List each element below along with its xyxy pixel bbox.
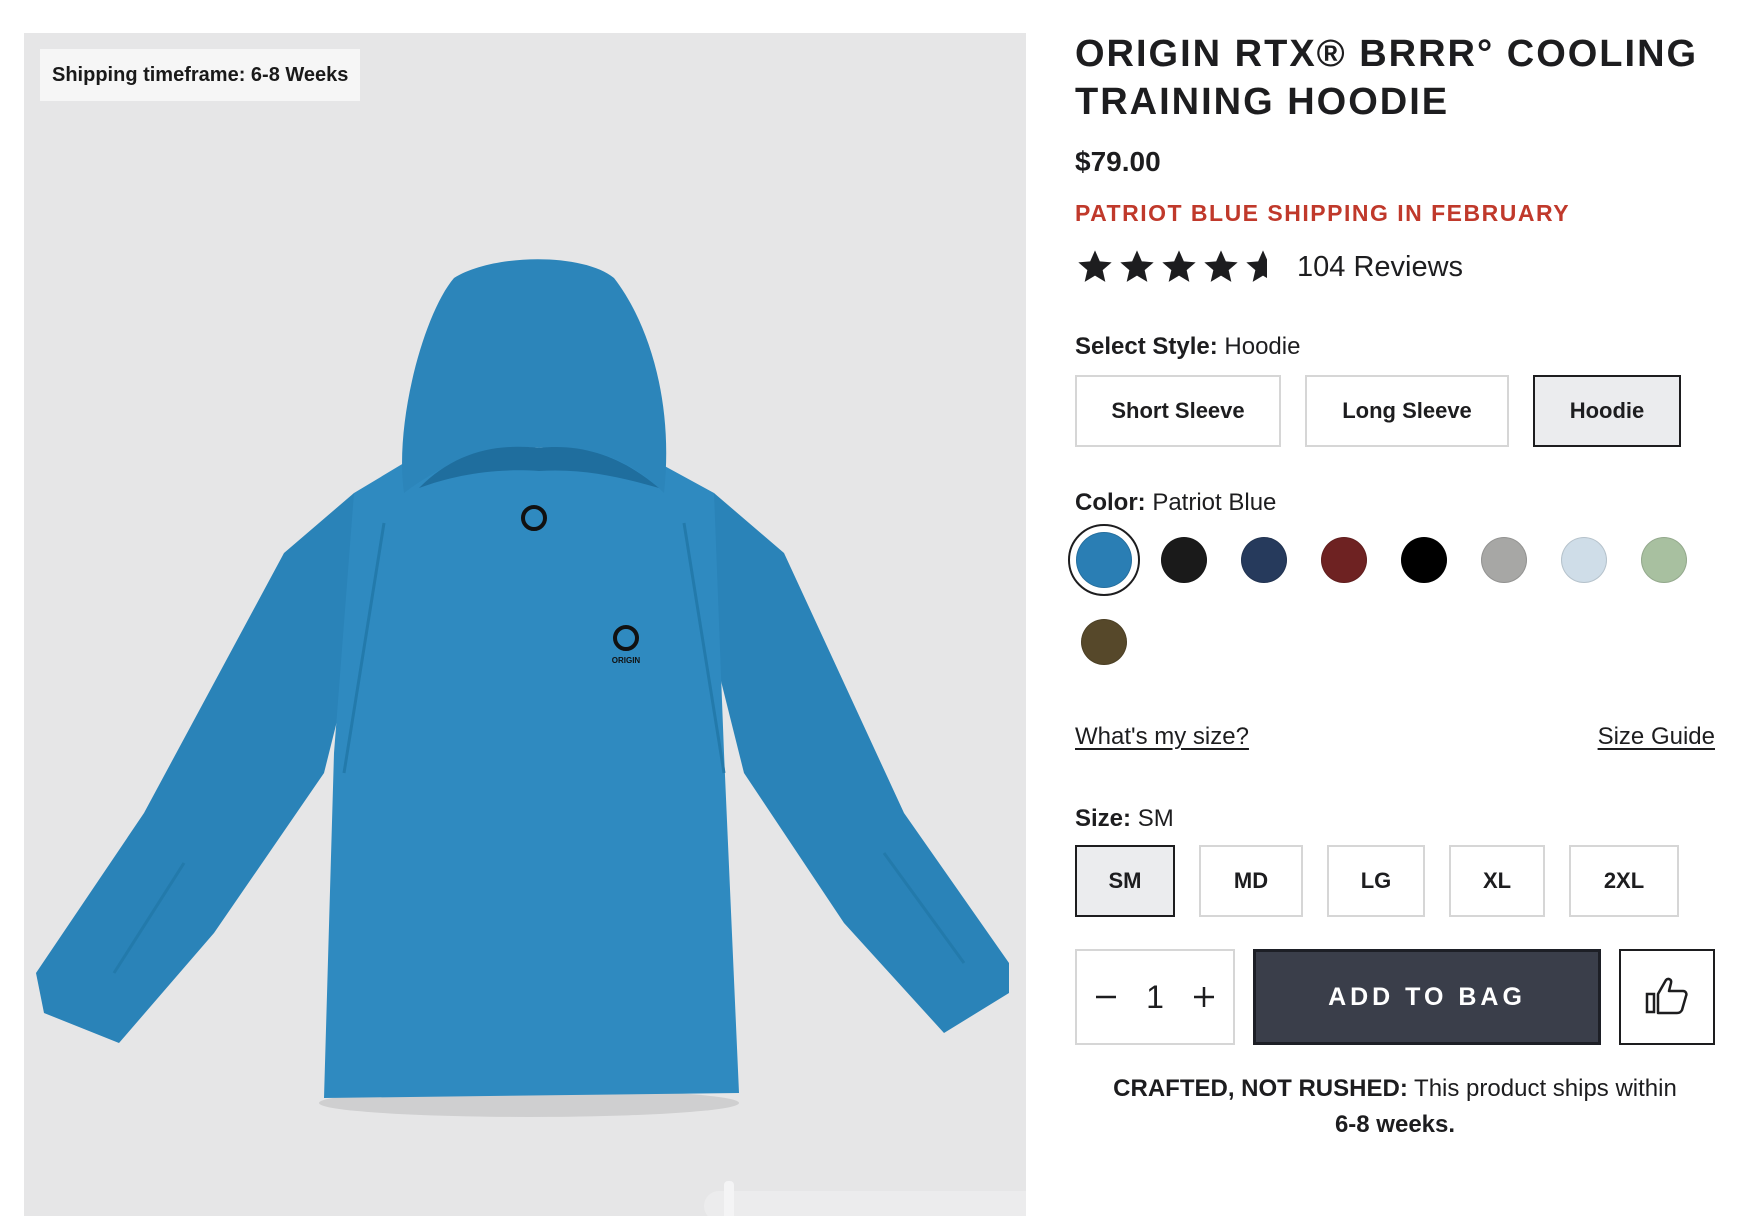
rating-row[interactable]: 104 Reviews [1075,245,1715,289]
color-swatch-dot [1076,532,1132,588]
product-info-panel: ORIGIN RTX® BRRR° COOLING TRAINING HOODI… [1068,30,1715,1143]
crafted-note: CRAFTED, NOT RUSHED: This product ships … [1075,1071,1715,1143]
product-price: $79.00 [1075,146,1161,177]
star-icon [1162,250,1196,282]
crafted-note-text: This product ships within [1407,1075,1677,1102]
size-options: SM MD LG XL 2XL [1075,845,1715,917]
style-label-title: Select Style: [1075,333,1218,360]
style-option-short-sleeve[interactable]: Short Sleeve [1075,375,1281,447]
crafted-note-weeks: 6-8 weeks. [1334,1111,1456,1138]
color-swatch-dot [1321,537,1367,583]
shipping-note: PATRIOT BLUE SHIPPING IN FEBRUARY [1075,200,1571,226]
image-scroll-indicator [704,1181,1026,1216]
color-label-title: Color: [1075,489,1146,516]
color-swatch[interactable] [1068,524,1140,596]
size-option-sm[interactable]: SM [1075,845,1175,917]
style-option-hoodie[interactable]: Hoodie [1533,375,1681,447]
star-icon [1120,250,1154,282]
minus-icon [1096,995,1117,999]
color-swatch[interactable] [1475,531,1533,589]
color-swatch[interactable] [1235,531,1293,589]
color-selected-value: Patriot Blue [1152,489,1277,516]
product-image-hoodie[interactable]: ORIGIN [24,253,1026,1133]
size-help-links: What's my size? Size Guide [1075,723,1715,751]
whats-my-size-link[interactable]: What's my size? [1075,723,1249,751]
color-swatches [1068,524,1715,671]
plus-icon [1193,987,1214,1007]
color-swatch-dot [1161,537,1207,583]
like-button[interactable] [1619,949,1715,1045]
quantity-decrease-button[interactable] [1088,979,1124,1015]
reviews-count-link[interactable]: 104 Reviews [1297,251,1463,284]
color-swatch[interactable] [1635,531,1693,589]
style-selected-value: Hoodie [1224,333,1301,360]
half-star-icon [1246,250,1280,282]
style-label: Select Style: Hoodie [1075,333,1715,361]
star-icon [1078,250,1112,282]
product-image-gallery: Shipping timeframe: 6-8 Weeks ORIGIN [24,33,1026,1216]
size-option-2xl[interactable]: 2XL [1569,845,1679,917]
color-swatch-dot [1561,537,1607,583]
chest-logo-text: ORIGIN [612,656,641,665]
style-option-long-sleeve[interactable]: Long Sleeve [1305,375,1509,447]
style-options: Short Sleeve Long Sleeve Hoodie [1075,375,1715,447]
color-swatch-dot [1401,537,1447,583]
size-label: Size: SM [1075,805,1715,833]
color-swatch[interactable] [1155,531,1213,589]
color-swatch-dot [1241,537,1287,583]
quantity-stepper: 1 [1075,949,1235,1045]
color-label: Color: Patriot Blue [1075,489,1715,517]
rating-stars [1075,247,1283,287]
color-swatch[interactable] [1075,613,1133,671]
size-guide-link[interactable]: Size Guide [1598,723,1715,751]
color-swatch-dot [1081,619,1127,665]
color-swatch[interactable] [1555,531,1613,589]
product-title: ORIGIN RTX® BRRR° COOLING TRAINING HOODI… [1075,33,1699,123]
size-selected-value: SM [1137,805,1174,832]
size-option-lg[interactable]: LG [1327,845,1425,917]
color-swatch-dot [1481,537,1527,583]
color-swatch[interactable] [1315,531,1373,589]
quantity-value[interactable]: 1 [1146,979,1164,1016]
color-swatch-dot [1641,537,1687,583]
thumbs-up-icon [1645,977,1688,1015]
size-option-xl[interactable]: XL [1449,845,1545,917]
size-label-title: Size: [1075,805,1132,832]
quantity-increase-button[interactable] [1186,979,1222,1015]
star-icon [1204,250,1238,282]
add-to-bag-button[interactable]: ADD TO BAG [1253,949,1601,1045]
size-option-md[interactable]: MD [1199,845,1303,917]
shipping-timeframe-badge: Shipping timeframe: 6-8 Weeks [40,49,361,101]
crafted-note-bold: CRAFTED, NOT RUSHED: [1113,1075,1408,1102]
purchase-row: 1 ADD TO BAG [1075,949,1715,1045]
color-swatch[interactable] [1395,531,1453,589]
